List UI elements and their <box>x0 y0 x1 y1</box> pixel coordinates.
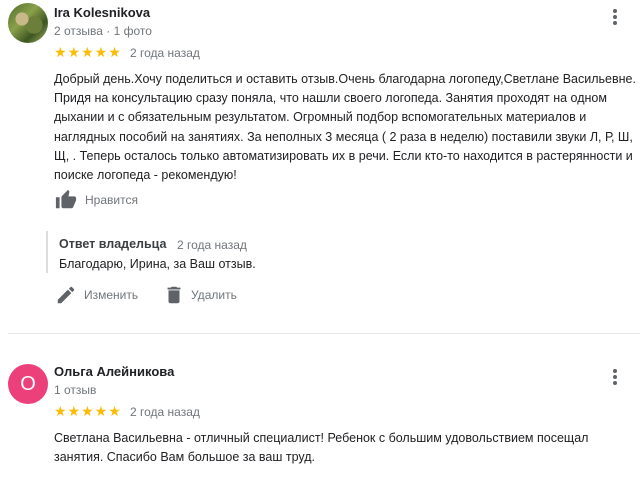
review-author-name[interactable]: Ольга Алейникова <box>54 364 174 379</box>
owner-reply-title: Ответ владельца <box>59 237 167 251</box>
review-author-meta: 2 отзыва · 1 фото <box>54 24 152 38</box>
more-vert-icon[interactable] <box>606 6 624 28</box>
review-date: 2 года назад <box>130 405 200 419</box>
review-author-name[interactable]: Ira Kolesnikova <box>54 5 150 20</box>
like-label: Нравится <box>85 193 138 207</box>
like-button[interactable]: Нравится <box>54 189 138 211</box>
delete-reply-button[interactable]: Удалить <box>163 284 237 306</box>
delete-reply-label: Удалить <box>191 288 237 302</box>
avatar[interactable] <box>8 3 48 43</box>
divider <box>8 333 640 334</box>
avatar[interactable]: О <box>8 364 48 404</box>
owner-reply-date: 2 года назад <box>177 238 247 252</box>
trash-icon <box>167 286 181 304</box>
more-vert-icon[interactable] <box>606 366 624 388</box>
edit-reply-label: Изменить <box>84 288 139 302</box>
star-rating: ★★★★★ <box>54 44 122 60</box>
review-author-meta: 1 отзыв <box>54 383 97 397</box>
thumb-up-icon <box>55 189 77 209</box>
review-text: Светлана Васильевна - отличный специалис… <box>54 431 589 465</box>
owner-reply-text: Благодарю, Ирина, за Ваш отзыв. <box>59 257 256 271</box>
owner-reply-bar <box>46 231 48 273</box>
review-text: Добрый день.Хочу поделиться и оставить о… <box>54 72 636 183</box>
star-rating: ★★★★★ <box>54 403 122 419</box>
edit-pencil-icon <box>57 286 75 304</box>
review-date: 2 года назад <box>130 46 200 60</box>
edit-reply-button[interactable]: Изменить <box>55 284 138 306</box>
